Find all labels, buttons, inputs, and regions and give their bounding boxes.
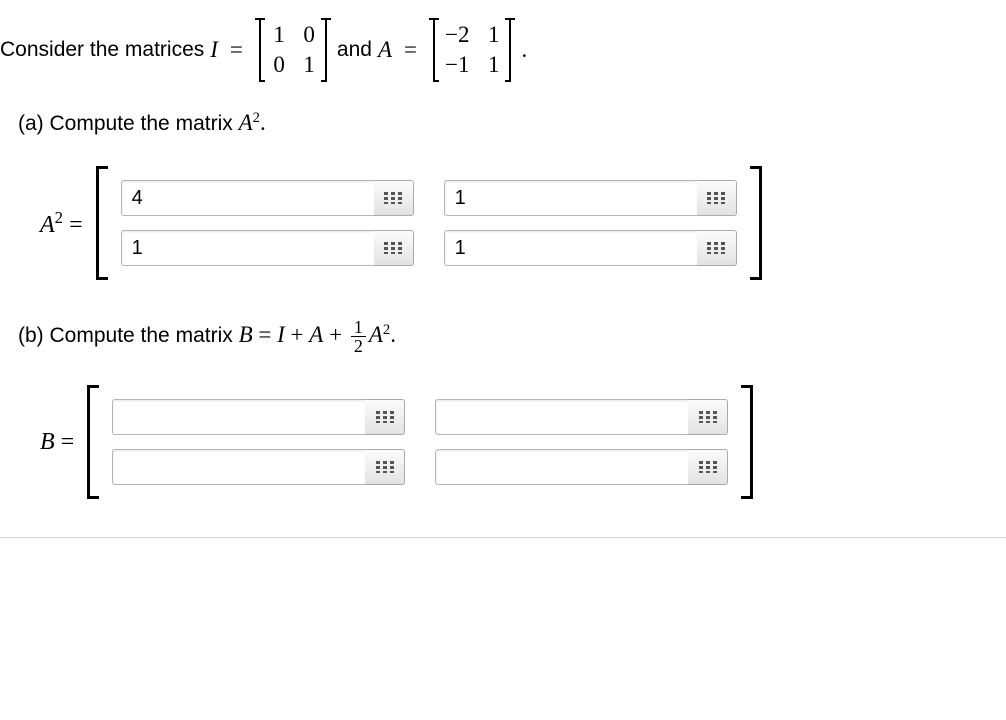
eq: = <box>253 322 277 347</box>
keypad-icon[interactable] <box>688 399 728 435</box>
var-A: A <box>378 37 392 63</box>
fraction-half: 12 <box>351 318 366 355</box>
period: . <box>260 110 266 135</box>
equals: = <box>224 37 249 63</box>
period: . <box>521 37 527 63</box>
matrix-A-cell: 1 <box>485 22 499 48</box>
B-lhs: B = <box>40 429 74 456</box>
keypad-icon[interactable] <box>374 180 414 216</box>
A-var: A <box>369 322 383 347</box>
a2-input-r2c2[interactable] <box>444 230 699 266</box>
matrix-A-cell: 1 <box>485 52 499 78</box>
part-a-label: (a) Compute the matrix <box>18 112 239 135</box>
equals: = <box>398 37 423 63</box>
b-input-r1c1[interactable] <box>112 399 367 435</box>
exponent-2: 2 <box>253 110 260 126</box>
A-var: A <box>309 322 323 347</box>
and-text: and <box>337 38 372 62</box>
b-input-r2c2[interactable] <box>435 449 690 485</box>
matrix-B-answer: B = <box>40 385 1006 499</box>
keypad-icon[interactable] <box>365 449 405 485</box>
keypad-icon[interactable] <box>697 230 737 266</box>
matrix-I-cell: 0 <box>301 22 315 48</box>
A-squared-lhs: A2 = <box>40 208 83 239</box>
bracket-right <box>753 166 767 280</box>
part-b-prompt: (b) Compute the matrix B = I + A + 12A2. <box>18 318 1006 355</box>
a2-input-r2c1[interactable] <box>121 230 376 266</box>
A-var: A <box>239 110 253 135</box>
matrix-I-cell: 1 <box>301 52 315 78</box>
plus: + <box>323 322 347 347</box>
intro-text: Consider the matrices <box>0 38 204 62</box>
part-a-prompt: (a) Compute the matrix A2. <box>18 110 1006 136</box>
plus: + <box>285 322 309 347</box>
keypad-icon[interactable] <box>365 399 405 435</box>
a2-input-r1c2[interactable] <box>444 180 699 216</box>
a2-input-r1c1[interactable] <box>121 180 376 216</box>
keypad-icon[interactable] <box>688 449 728 485</box>
matrix-I-cell: 1 <box>271 22 285 48</box>
bracket-left <box>91 166 105 280</box>
matrix-I: 1 0 0 1 <box>255 18 331 82</box>
divider <box>0 537 1006 538</box>
part-b-label: (b) Compute the matrix <box>18 324 239 347</box>
var-I: I <box>210 37 218 63</box>
problem-statement: Consider the matrices I = 1 0 0 1 and A … <box>0 18 1006 82</box>
keypad-icon[interactable] <box>374 230 414 266</box>
keypad-icon[interactable] <box>697 180 737 216</box>
matrix-A: −2 1 −1 1 <box>429 18 515 82</box>
period: . <box>390 322 396 347</box>
matrix-A-squared-answer: A2 = <box>40 166 1006 280</box>
B-var: B <box>239 322 253 347</box>
b-input-r1c2[interactable] <box>435 399 690 435</box>
matrix-A-cell: −1 <box>445 52 469 78</box>
b-input-r2c1[interactable] <box>112 449 367 485</box>
matrix-A-cell: −2 <box>445 22 469 48</box>
matrix-I-cell: 0 <box>271 52 285 78</box>
I-var: I <box>277 322 285 347</box>
bracket-left <box>82 385 96 499</box>
bracket-right <box>744 385 758 499</box>
